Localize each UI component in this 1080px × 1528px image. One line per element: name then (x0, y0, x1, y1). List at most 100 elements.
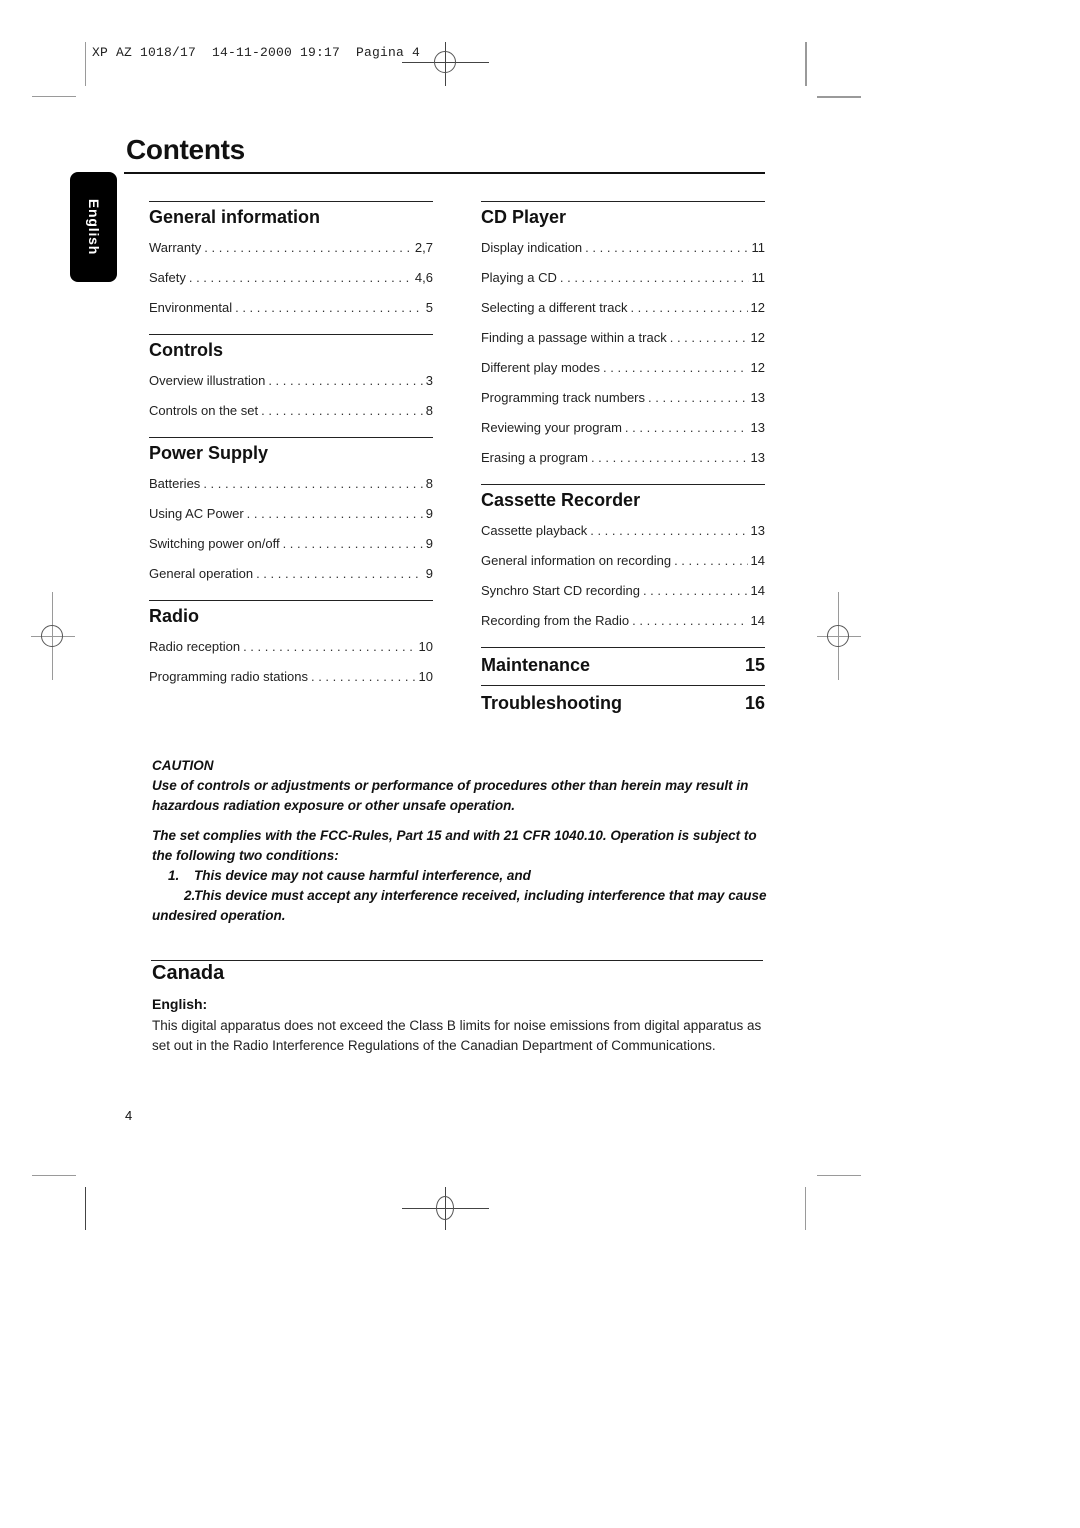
toc-entry[interactable]: Erasing a program 13 (481, 443, 765, 473)
toc-entry-label: Radio reception (149, 639, 241, 654)
toc-left-column: General information Warranty 2,7 Safety 4,… (149, 201, 433, 703)
dot-leader (261, 396, 423, 426)
fcc-condition: 1. This device may not cause harmful inte… (152, 866, 767, 886)
toc-entry[interactable]: Using AC Power 9 (149, 499, 433, 529)
toc-right-column: CD Player Display indication 11 Playing a… (481, 201, 765, 723)
registration-mark-top-circle (434, 51, 456, 73)
dot-leader (625, 413, 748, 443)
toc-entry-page: 14 (750, 583, 765, 598)
toc-entry[interactable]: Warranty 2,7 (149, 233, 433, 263)
toc-entry-label: Warranty (149, 240, 202, 255)
toc-entry-page: 5 (425, 300, 433, 315)
toc-section-troubleshooting[interactable]: Troubleshooting 16 (481, 685, 765, 715)
canada-body: This digital apparatus does not exceed t… (152, 1018, 762, 1053)
page-title: Contents (126, 134, 245, 165)
toc-entry[interactable]: Reviewing your program 13 (481, 413, 765, 443)
toc-entry[interactable]: Display indication 11 (481, 233, 765, 263)
toc-section-heading: Power Supply (149, 443, 269, 463)
toc-entry-page: 13 (750, 390, 765, 405)
toc-entry-label: Environmental (149, 300, 233, 315)
fcc-condition-number: 1. (168, 868, 180, 883)
toc-entry-label: Controls on the set (149, 403, 259, 418)
print-slug: XP AZ 1018/17 14-11-2000 19:17 Pagina 4 (92, 45, 421, 60)
toc-entry[interactable]: Synchro Start CD recording 14 (481, 576, 765, 606)
toc-entry-page: 14 (750, 553, 765, 568)
crop-mark-bl-v (85, 1187, 86, 1230)
caution-notice: CAUTION Use of controls or adjustments o… (152, 756, 767, 926)
dot-leader (243, 632, 415, 662)
toc-entry[interactable]: Recording from the Radio 14 (481, 606, 765, 636)
crop-mark-tl-h (32, 96, 76, 97)
toc-entry-page: 9 (425, 506, 433, 521)
toc-section-heading: CD Player (481, 207, 567, 227)
toc-entry-label: Overview illustration (149, 373, 266, 388)
toc-entry-label: Recording from the Radio (481, 613, 630, 628)
toc-section-heading: Controls (149, 340, 223, 360)
toc-entry-label: Synchro Start CD recording (481, 583, 640, 598)
toc-entry-label: Safety (149, 270, 186, 285)
toc-entry-page: 11 (751, 240, 766, 255)
toc-section-maintenance[interactable]: Maintenance 15 (481, 647, 765, 677)
dot-leader (268, 366, 422, 396)
toc-entry[interactable]: General operation 9 (149, 559, 433, 589)
registration-mark-left-circle (41, 625, 63, 647)
toc-section-radio: Radio Radio reception 10 Programming radi… (149, 600, 433, 692)
toc-entry[interactable]: Environmental 5 (149, 293, 433, 323)
title-rule (124, 172, 765, 174)
toc-entry-label: Using AC Power (149, 506, 244, 521)
dot-leader (590, 516, 747, 546)
toc-entry-label: Switching power on/off (149, 536, 280, 551)
toc-entry[interactable]: Switching power on/off 9 (149, 529, 433, 559)
toc-entry[interactable]: Selecting a different track 12 (481, 293, 765, 323)
toc-entry-page: 12 (750, 300, 765, 315)
caution-heading: CAUTION (152, 758, 214, 773)
language-tab-label: English (85, 198, 102, 256)
toc-entry[interactable]: Controls on the set 8 (149, 396, 433, 426)
toc-entry-label: General information on recording (481, 553, 672, 568)
toc-entry-label: Different play modes (481, 360, 600, 375)
toc-entry[interactable]: Programming track numbers 13 (481, 383, 765, 413)
toc-entry-page: 14 (750, 613, 765, 628)
toc-section-heading: Maintenance (481, 655, 591, 675)
toc-section-heading: Radio (149, 606, 200, 626)
toc-entry[interactable]: Overview illustration 3 (149, 366, 433, 396)
canada-rule (151, 960, 763, 961)
toc-entry-label: Programming radio stations (149, 669, 308, 684)
toc-entry[interactable]: Cassette playback 13 (481, 516, 765, 546)
toc-entry-page: 9 (425, 536, 433, 551)
fcc-condition-text: This device must accept any interference… (152, 888, 767, 923)
crop-mark-tr-h (817, 96, 861, 98)
toc-entry-label: Programming track numbers (481, 390, 645, 405)
dot-leader (311, 662, 416, 692)
toc-entry-page: 13 (750, 450, 765, 465)
canada-subheading: English: (152, 996, 208, 1012)
crop-mark-tr-v (805, 42, 807, 86)
toc-entry[interactable]: Batteries 8 (149, 469, 433, 499)
toc-entry-label: Batteries (149, 476, 201, 491)
dot-leader (674, 546, 747, 576)
toc-section-cd-player: CD Player Display indication 11 Playing a… (481, 201, 765, 473)
toc-entry-page: 11 (751, 270, 766, 285)
toc-entry-page: 9 (425, 566, 433, 581)
crop-mark-bl-h (32, 1175, 76, 1176)
toc-entry[interactable]: Playing a CD 11 (481, 263, 765, 293)
toc-entry[interactable]: Finding a passage within a track 12 (481, 323, 765, 353)
toc-entry-label: Reviewing your program (481, 420, 622, 435)
toc-entry-page: 8 (425, 403, 433, 418)
dot-leader (203, 469, 422, 499)
toc-entry[interactable]: Different play modes 12 (481, 353, 765, 383)
toc-entry-label: Playing a CD (481, 270, 557, 285)
dot-leader (643, 576, 748, 606)
toc-entry-label: Erasing a program (481, 450, 588, 465)
toc-entry-page: 12 (750, 360, 765, 375)
toc-entry-page: 13 (750, 420, 765, 435)
toc-entry[interactable]: Programming radio stations 10 (149, 662, 433, 692)
dot-leader (648, 383, 748, 413)
dot-leader (247, 499, 423, 529)
dot-leader (560, 263, 749, 293)
toc-entry[interactable]: Safety 4,6 (149, 263, 433, 293)
toc-entry[interactable]: General information on recording 14 (481, 546, 765, 576)
fcc-statement: The set complies with the FCC-Rules, Par… (152, 828, 757, 863)
toc-entry[interactable]: Radio reception 10 (149, 632, 433, 662)
language-tab: English (70, 172, 117, 282)
